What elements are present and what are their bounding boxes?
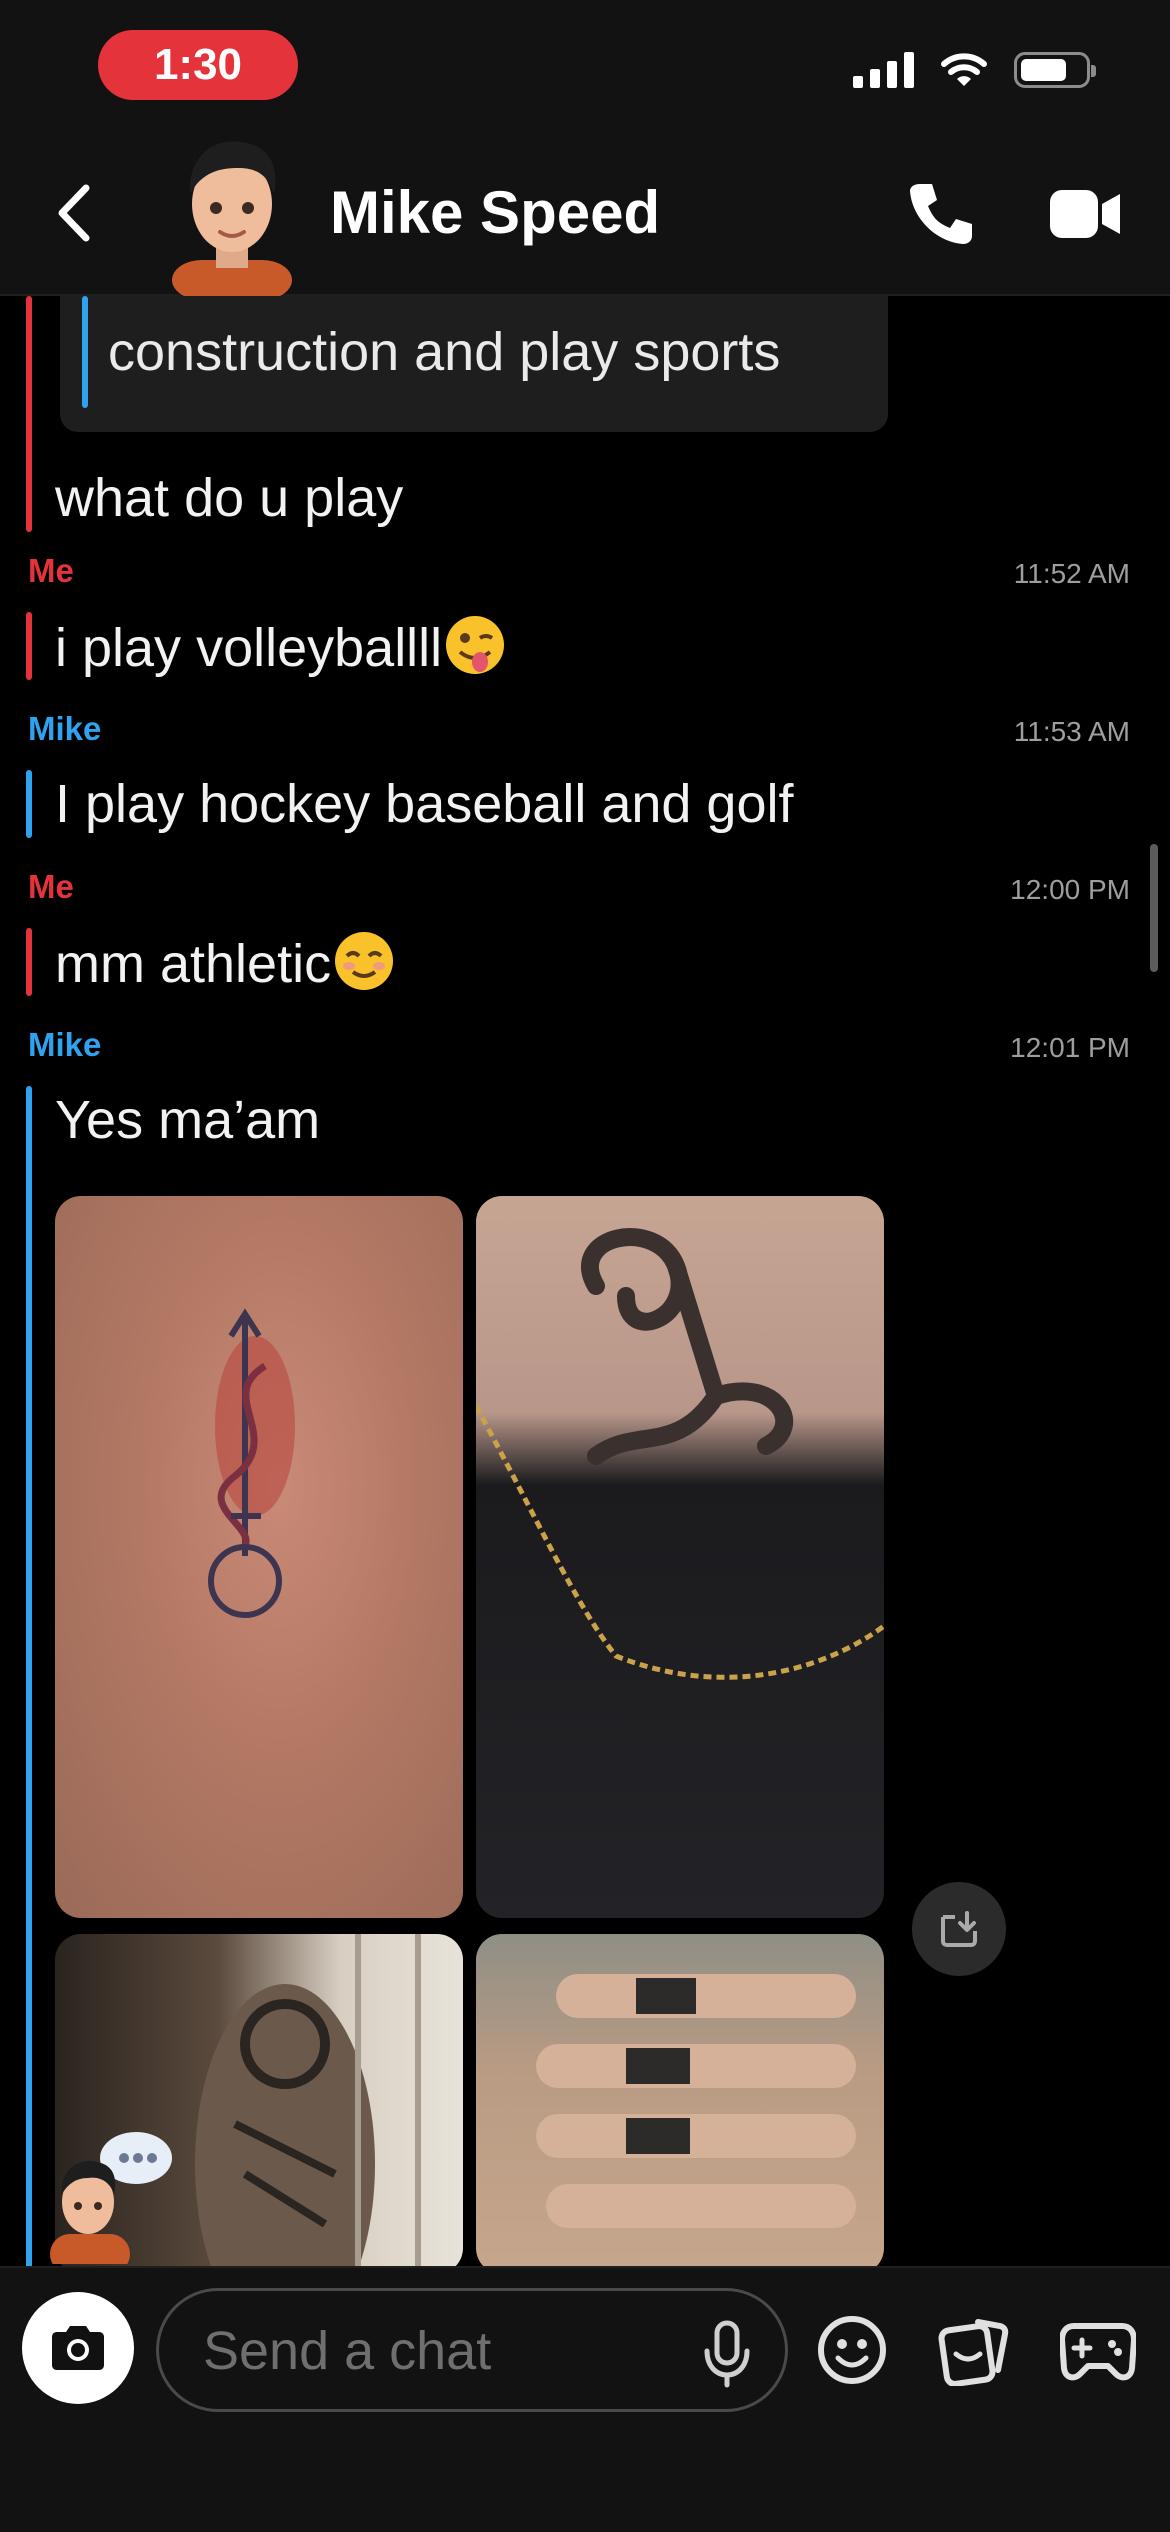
chat-thread[interactable]: I don't work out but I work construction…	[0, 296, 1170, 2266]
wifi-icon	[941, 53, 987, 86]
game-icon[interactable]	[1060, 2318, 1136, 2384]
status-time: 1:30	[98, 30, 298, 100]
emoji-icon[interactable]	[816, 2314, 888, 2386]
message-text: what do u play	[55, 468, 404, 528]
message-time: 12:00 PM	[1010, 874, 1130, 905]
quoted-partial-text: I don't work out but I work	[108, 296, 722, 314]
save-icon	[941, 1911, 977, 1947]
message-bar	[26, 612, 32, 680]
winking-tongue-emoji-icon	[446, 616, 505, 674]
signal-icon	[853, 52, 914, 88]
message-time: 11:52 AM	[1013, 558, 1130, 589]
message-text: Yes ma’am	[55, 1090, 321, 1150]
avatar[interactable]	[162, 132, 302, 296]
phone-icon[interactable]	[906, 178, 976, 248]
message-time: 12:01 PM	[1010, 1032, 1130, 1063]
message-text: mm athletic	[55, 934, 332, 994]
battery-icon	[1014, 52, 1096, 88]
typing-bitmoji	[50, 2132, 172, 2264]
message-row: i play volleyballll	[55, 614, 506, 680]
message-bar	[26, 296, 32, 532]
sender-name: Me	[28, 868, 74, 905]
photo-finger-tattoo[interactable]	[476, 1934, 884, 2266]
message-text: I play hockey baseball and golf	[55, 774, 794, 834]
camera-button[interactable]	[22, 2292, 134, 2404]
chat-composer: Send a chat	[0, 2266, 1170, 2532]
sender-name: Me	[28, 552, 74, 589]
chat-input-placeholder: Send a chat	[203, 2321, 492, 2381]
sticker-icon[interactable]	[938, 2314, 1010, 2386]
sender-name: Mike	[28, 1026, 102, 1063]
video-icon[interactable]	[1050, 186, 1122, 242]
chat-header: 1:30 Mike Speed	[0, 0, 1170, 296]
scrollbar[interactable]	[1150, 844, 1158, 972]
contact-name[interactable]: Mike Speed	[330, 178, 660, 248]
chat-input[interactable]: Send a chat	[156, 2288, 788, 2412]
camera-icon	[52, 2326, 104, 2370]
back-icon[interactable]	[50, 178, 100, 248]
quoted-message[interactable]: I don't work out but I work construction…	[60, 296, 888, 432]
message-time: 11:53 AM	[1013, 716, 1130, 747]
message-row: mm athletic	[55, 930, 395, 996]
sender-name: Mike	[28, 710, 102, 747]
photo-chest-tattoo[interactable]	[476, 1196, 884, 1918]
save-to-camera-roll-button[interactable]	[912, 1882, 1006, 1976]
message-bar	[26, 928, 32, 996]
microphone-icon[interactable]	[697, 2319, 757, 2389]
message-bar	[26, 1086, 32, 2266]
message-text: i play volleyballll	[55, 618, 443, 678]
smiling-blush-emoji-icon	[335, 932, 394, 990]
photo-neck-tattoo[interactable]	[55, 1196, 463, 1918]
message-bar	[26, 770, 32, 838]
quoted-text: construction and play sports	[108, 322, 781, 382]
status-icons	[853, 52, 1096, 88]
